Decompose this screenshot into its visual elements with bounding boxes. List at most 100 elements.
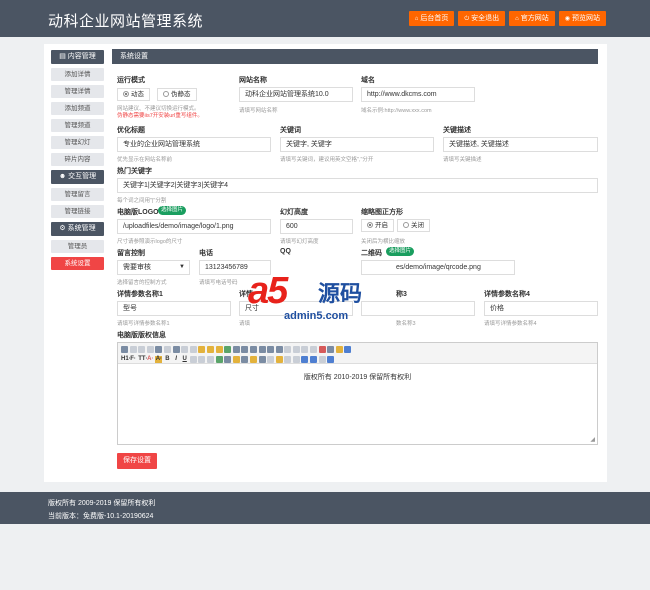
unordered-list-icon[interactable]	[275, 346, 283, 353]
sidebar-item-manage-detail[interactable]: 管理详情	[51, 85, 104, 98]
spellcheck-icon[interactable]	[224, 346, 232, 353]
italic-button[interactable]: I	[173, 356, 180, 363]
fullscreen-icon[interactable]	[335, 346, 343, 353]
multi-image-icon[interactable]	[224, 356, 232, 363]
slide-height-input[interactable]: 600	[280, 219, 353, 234]
font-color-button[interactable]: A·	[147, 356, 154, 363]
cut-icon[interactable]	[181, 346, 189, 353]
font-size-dropdown[interactable]: TT·	[138, 356, 147, 363]
run-mode-pseudo-radio[interactable]: 伪静态	[157, 88, 197, 101]
run-mode-dynamic-radio[interactable]: 动态	[117, 88, 150, 101]
thumb-square-label: 缩略图正方形	[361, 209, 403, 216]
sidebar-item-add-detail[interactable]: 添加详情	[51, 68, 104, 81]
paste-text-icon[interactable]	[206, 346, 214, 353]
link-icon[interactable]	[310, 356, 318, 363]
sidebar-item-settings[interactable]: 系统设置	[51, 257, 104, 270]
anchor-icon[interactable]	[301, 356, 309, 363]
qrcode-choose-image-button[interactable]: 选择图片	[386, 247, 415, 256]
rich-text-editor[interactable]: H1· F· TT· A· A· B I U 版权所有 2010-2019 保留…	[117, 342, 598, 445]
superscript-icon[interactable]	[310, 346, 318, 353]
thumb-square-hint: 关闭后为横比缩放	[361, 239, 406, 245]
paste-icon[interactable]	[198, 346, 206, 353]
copy-icon[interactable]	[189, 346, 197, 353]
footer-copyright: 版权所有 2009-2019 保留所有权利	[48, 500, 156, 507]
align-center-icon[interactable]	[241, 346, 249, 353]
indent-icon[interactable]	[284, 346, 292, 353]
sidebar-item-links[interactable]: 管理链接	[51, 205, 104, 218]
hot-keywords-input[interactable]: 关键字1|关键字2|关键字3|关键字4	[117, 178, 598, 193]
param4-input[interactable]: 价格	[484, 301, 598, 316]
align-left-icon[interactable]	[232, 346, 240, 353]
sidebar-item-manage-slides[interactable]: 管理幻灯	[51, 136, 104, 149]
source-icon[interactable]	[121, 346, 128, 353]
preview-icon[interactable]	[146, 346, 154, 353]
resize-grip-icon[interactable]: ◢	[590, 436, 595, 443]
sidebar-group-interaction[interactable]: ☻ 交互管理	[51, 170, 104, 184]
font-family-dropdown[interactable]: F·	[130, 356, 137, 363]
logout-icon: ⏻	[464, 16, 470, 22]
pc-logo-hint: 尺寸请参照演示logo的尺寸	[117, 239, 183, 245]
thumb-square-on-radio[interactable]: 开启	[361, 219, 394, 232]
justify-icon[interactable]	[258, 346, 266, 353]
emoticon-icon[interactable]	[275, 356, 283, 363]
print-icon[interactable]	[155, 346, 163, 353]
remove-format-icon[interactable]	[206, 356, 214, 363]
site-name-input[interactable]: 动科企业网站管理系统10.0	[239, 87, 353, 102]
domain-hint: 域名示例:http://www.xxx.com	[361, 108, 432, 114]
domain-input[interactable]: http://www.dkcms.com	[361, 87, 475, 102]
admin-home-button[interactable]: ⌂ 后台首页	[408, 11, 455, 26]
pc-logo-choose-image-button[interactable]: 选择图片	[158, 206, 187, 215]
guestbook-select[interactable]: 需要审核 ▼	[117, 260, 190, 275]
help-icon[interactable]	[344, 346, 352, 353]
outdent-icon[interactable]	[292, 346, 300, 353]
sidebar-group-content[interactable]: ▤ 内容管理	[51, 50, 104, 64]
editor-content[interactable]: 版权所有 2010-2019 保留所有权利	[118, 364, 597, 382]
highlight-color-button[interactable]: A·	[155, 356, 163, 363]
page-break-icon[interactable]	[292, 356, 300, 363]
param1-input[interactable]: 型号	[117, 301, 231, 316]
code-icon[interactable]	[172, 346, 180, 353]
heading-dropdown[interactable]: H1·	[121, 356, 131, 363]
chevron-down-icon: ▼	[179, 264, 185, 270]
sidebar-item-messages[interactable]: 管理留言	[51, 188, 104, 201]
description-input[interactable]: 关键描述, 关键描述	[443, 137, 598, 152]
ordered-list-icon[interactable]	[267, 346, 275, 353]
logout-button[interactable]: ⏻ 安全退出	[458, 11, 506, 26]
thumb-square-off-radio[interactable]: 关闭	[397, 219, 430, 232]
paste-word-icon[interactable]	[215, 346, 223, 353]
save-settings-button[interactable]: 保存设置	[117, 453, 157, 469]
attachment-icon[interactable]	[249, 356, 257, 363]
keywords-input[interactable]: 关键字, 关键字	[280, 137, 434, 152]
table-icon[interactable]	[258, 356, 266, 363]
seo-title-input[interactable]: 专业的企业网站管理系统	[117, 137, 271, 152]
sidebar-item-admins[interactable]: 管理员	[51, 240, 104, 253]
sidebar-group-system[interactable]: ⚙ 系统管理	[51, 222, 104, 236]
unlink-icon[interactable]	[318, 356, 326, 363]
strikethrough-icon[interactable]	[189, 356, 197, 363]
pc-logo-input[interactable]: /uploadfiles/demo/image/logo/1.png	[117, 219, 271, 234]
redo-icon[interactable]	[138, 346, 146, 353]
about-icon[interactable]	[327, 356, 335, 363]
image-icon[interactable]	[215, 356, 223, 363]
align-right-icon[interactable]	[249, 346, 257, 353]
sidebar-item-add-channel[interactable]: 添加频道	[51, 102, 104, 115]
domain-label: 域名	[361, 77, 375, 84]
special-char-icon[interactable]	[284, 356, 292, 363]
template-icon[interactable]	[163, 346, 171, 353]
line-height-icon[interactable]	[198, 356, 206, 363]
bold-button[interactable]: B	[164, 356, 171, 363]
preview-site-button[interactable]: ◉ 预览网站	[558, 11, 606, 26]
underline-button[interactable]: U	[181, 356, 188, 363]
clear-format-icon[interactable]	[318, 346, 326, 353]
run-mode-label: 运行模式	[117, 77, 145, 84]
official-site-button[interactable]: ⌂ 官方网站	[509, 11, 555, 26]
flash-icon[interactable]	[232, 356, 240, 363]
sidebar-item-manage-channel[interactable]: 管理频道	[51, 119, 104, 132]
horizontal-rule-icon[interactable]	[267, 356, 275, 363]
media-icon[interactable]	[241, 356, 249, 363]
undo-icon[interactable]	[129, 346, 137, 353]
subscript-icon[interactable]	[301, 346, 309, 353]
sidebar-item-fragments[interactable]: 碎片内容	[51, 153, 104, 166]
home-icon: ⌂	[414, 16, 419, 22]
select-all-icon[interactable]	[327, 346, 335, 353]
